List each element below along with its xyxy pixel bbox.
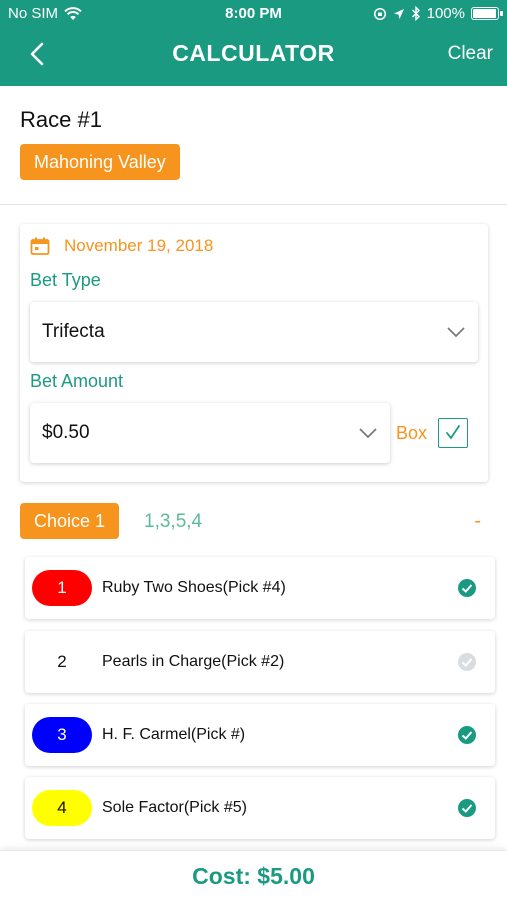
bet-type-value: Trifecta: [42, 321, 105, 342]
chevron-down-icon: [447, 327, 465, 338]
cost-footer: Cost: $5.00: [0, 850, 507, 900]
horse-row[interactable]: 3 H. F. Carmel(Pick #): [25, 704, 495, 766]
horse-name: H. F. Carmel(Pick #): [102, 726, 246, 743]
orientation-lock-icon: [373, 7, 386, 20]
check-circle-icon: [458, 799, 476, 817]
track-badge: Mahoning Valley: [20, 144, 180, 180]
horse-number-badge: 1: [32, 570, 92, 606]
horse-number-badge: 4: [32, 790, 92, 826]
location-icon: [393, 8, 404, 19]
divider: [0, 204, 507, 205]
battery-fill: [473, 9, 496, 18]
total-cost: Cost: $5.00: [192, 863, 315, 889]
horse-row[interactable]: 2 Pearls in Charge(Pick #2): [25, 631, 495, 693]
bet-type-label: Bet Type: [30, 270, 101, 290]
remove-choice-button[interactable]: -: [474, 510, 481, 533]
chevron-down-icon: [359, 428, 377, 439]
horse-number-badge: 2: [32, 644, 92, 680]
bet-amount-label: Bet Amount: [30, 371, 124, 391]
page-title: CALCULATOR: [172, 40, 335, 66]
nav-header: No SIM 8:00 PM 100% CALCULATOR Clear: [0, 0, 507, 86]
choice-values: 1,3,5,4: [144, 511, 203, 532]
status-bar: No SIM 8:00 PM 100%: [0, 0, 507, 28]
box-label: Box: [396, 423, 428, 443]
race-title: Race #1: [20, 107, 102, 132]
horse-name: Pearls in Charge(Pick #2): [102, 653, 285, 670]
bet-amount-select[interactable]: $0.50: [30, 403, 390, 463]
horse-row[interactable]: 1 Ruby Two Shoes(Pick #4): [25, 557, 495, 619]
horse-row[interactable]: 4 Sole Factor(Pick #5): [25, 777, 495, 839]
choice-badge[interactable]: Choice 1: [20, 503, 120, 539]
clear-button[interactable]: Clear: [448, 43, 493, 65]
calendar-icon: [30, 237, 50, 255]
horse-name: Ruby Two Shoes(Pick #4): [102, 579, 286, 596]
battery-percent: 100%: [426, 5, 465, 22]
battery-icon: [471, 7, 503, 20]
horse-number-badge: 3: [32, 717, 92, 753]
checkmark-icon: [446, 425, 460, 440]
bet-amount-value: $0.50: [42, 422, 90, 443]
race-date: November 19, 2018: [64, 236, 214, 255]
bet-type-select[interactable]: Trifecta: [30, 302, 478, 362]
horse-name: Sole Factor(Pick #5): [102, 799, 247, 816]
bet-card: November 19, 2018 Bet Type Trifecta Bet …: [20, 224, 488, 482]
check-circle-icon: [458, 726, 476, 744]
bluetooth-icon: [411, 6, 420, 21]
check-circle-icon: [458, 579, 476, 597]
box-checkbox[interactable]: [438, 418, 468, 448]
check-circle-icon: [458, 653, 476, 671]
date-row: November 19, 2018: [30, 236, 213, 256]
status-right: 100%: [373, 5, 503, 22]
